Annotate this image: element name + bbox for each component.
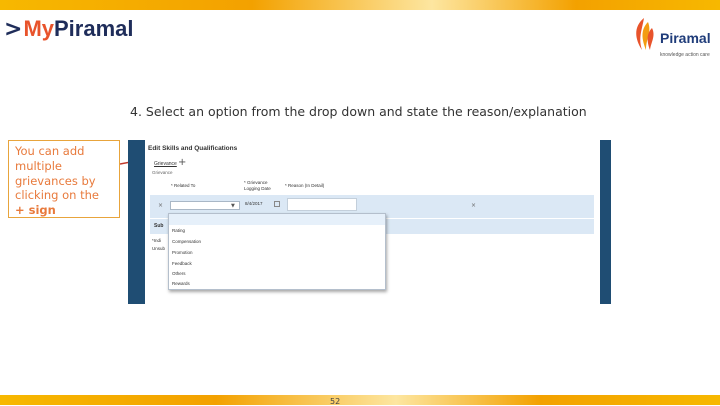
- piramal-flame-icon: [636, 18, 654, 50]
- dropdown-option-others[interactable]: Others: [172, 271, 186, 276]
- remove-row-icon[interactable]: ×: [158, 202, 163, 209]
- callout-line-2: multiple: [15, 158, 62, 173]
- logo-tagline: knowledge action care: [660, 52, 710, 58]
- dropdown-option-feedback[interactable]: Feedback: [172, 261, 192, 266]
- col-related-to: * Related To: [171, 183, 196, 188]
- step-instruction: 4. Select an option from the drop down a…: [130, 104, 587, 119]
- top-accent-bar: [0, 0, 720, 10]
- required-note: *Indi: [152, 238, 162, 243]
- related-to-select[interactable]: [170, 201, 240, 210]
- dropdown-option-rating[interactable]: Rating: [172, 228, 185, 233]
- logging-date-value[interactable]: 8/4/2017: [245, 201, 263, 206]
- grievance-section-label: Grievance: [154, 161, 177, 167]
- panel-title: Edit Skills and Qualifications: [148, 145, 238, 152]
- dropdown-option-rewards[interactable]: Rewards: [172, 281, 190, 286]
- piramal-logo: Piramal knowledge action care: [630, 16, 714, 64]
- calendar-icon[interactable]: [274, 201, 280, 207]
- reason-textarea[interactable]: [287, 198, 357, 211]
- brand-piramal-text: Piramal: [54, 16, 134, 41]
- dropdown-option-blank[interactable]: [169, 214, 385, 225]
- chevron-down-icon[interactable]: ▼: [231, 203, 235, 209]
- unsub-note: Unsub: [152, 246, 166, 251]
- brand-chevron-icon: >: [4, 16, 23, 42]
- brand-my-text: My: [23, 16, 54, 41]
- add-grievance-button[interactable]: +: [178, 157, 186, 168]
- callout-line-4: clicking on the: [15, 188, 99, 203]
- clear-icon[interactable]: ×: [471, 202, 476, 209]
- callout-plus-sign: + sign: [15, 203, 56, 218]
- submit-button[interactable]: Sub: [154, 223, 163, 229]
- logo-wordmark: Piramal: [660, 30, 711, 46]
- grievance-sub-label: Grievance: [152, 170, 173, 175]
- bottom-accent-bar: [0, 395, 720, 405]
- callout-line-1: You can add: [15, 144, 85, 158]
- dropdown-option-promotion[interactable]: Promotion: [172, 250, 193, 255]
- myPiramal-brand: > My Piramal: [4, 14, 134, 44]
- callout-line-3: grievances by: [15, 173, 96, 188]
- col-logging-date: * Grievance Logging Date: [244, 180, 271, 191]
- related-to-dropdown[interactable]: Rating Compensation Promotion Feedback O…: [168, 213, 386, 290]
- dropdown-option-compensation[interactable]: Compensation: [172, 239, 201, 244]
- col-reason: * Reason (In Detail): [285, 183, 325, 188]
- callout-box: You can add multiple grievances by click…: [8, 140, 120, 218]
